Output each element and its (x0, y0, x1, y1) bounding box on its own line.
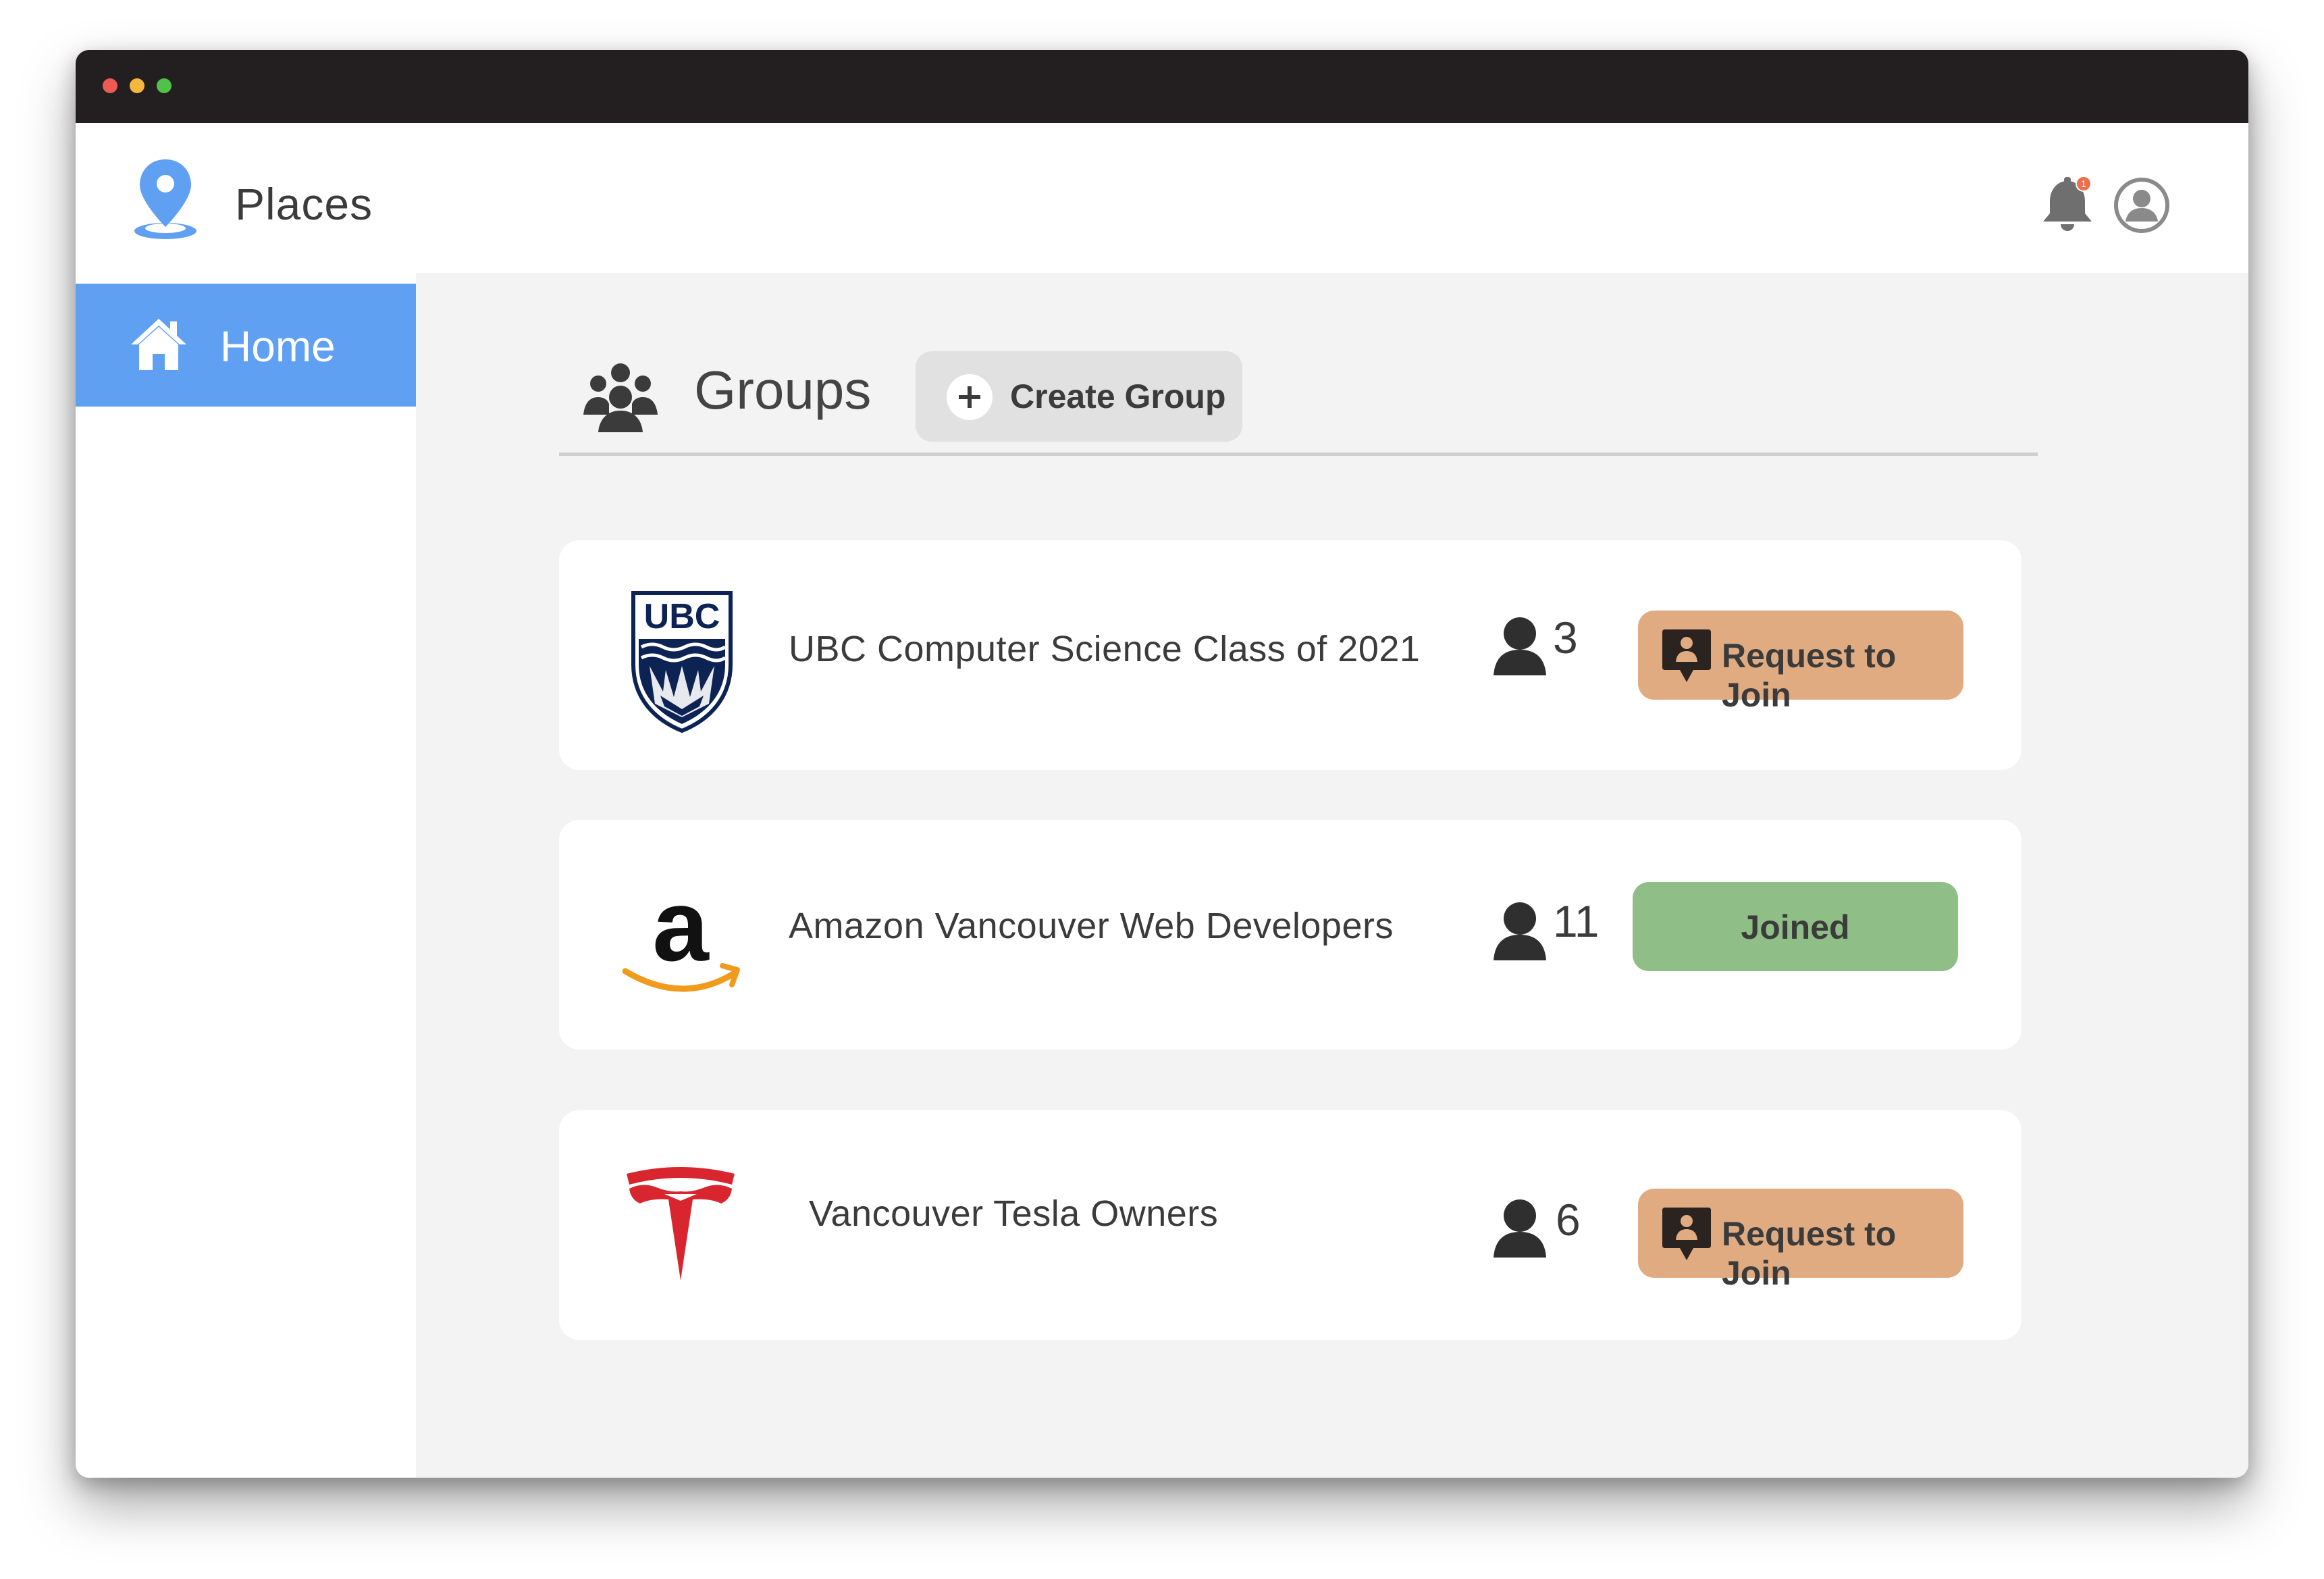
group-name: UBC Computer Science Class of 2021 (789, 629, 1421, 669)
app-title: Places (235, 179, 373, 229)
member-count: 3 (1553, 613, 1578, 663)
joined-button[interactable]: Joined (1633, 882, 1958, 971)
sidebar-item-label: Home (220, 322, 336, 371)
sidebar: Home (76, 273, 416, 1478)
create-group-label: Create Group (1010, 378, 1226, 415)
notification-bell-icon[interactable]: 1 (2038, 174, 2097, 235)
groups-header: Groups Create Group (416, 273, 2248, 516)
notification-count: 1 (2081, 178, 2086, 189)
ubc-logo-icon: UBC (631, 591, 733, 733)
section-divider (559, 452, 2038, 456)
request-user-icon (1662, 629, 1711, 682)
member-icon (1494, 902, 1546, 960)
request-to-join-label: Request to Join (1722, 1215, 1897, 1292)
member-icon (1494, 617, 1546, 675)
group-card: UBC UBC Computer Science Class of 2021 3… (559, 540, 2022, 770)
people-group-icon (583, 363, 658, 432)
sidebar-item-home[interactable]: Home (76, 284, 416, 407)
group-name: Amazon Vancouver Web Developers (789, 906, 1394, 946)
amazon-logo-icon: a (622, 890, 740, 992)
joined-label: Joined (1741, 908, 1850, 946)
section-title: Groups (694, 360, 872, 420)
plus-icon (947, 374, 993, 420)
amazon-logo-text: a (652, 890, 710, 982)
request-user-icon (1662, 1208, 1711, 1260)
group-card: a Amazon Vancouver Web Developers 11 Joi… (559, 820, 2022, 1050)
group-card: Vancouver Tesla Owners 6 Request to Join (559, 1110, 2022, 1340)
app-window: Places 1 Home Groups Create Group UBC UB… (76, 50, 2248, 1478)
minimize-window-button[interactable] (130, 78, 144, 93)
request-to-join-button[interactable]: Request to Join (1638, 611, 1963, 714)
member-count: 11 (1553, 896, 1600, 946)
group-name: Vancouver Tesla Owners (809, 1193, 1219, 1234)
request-to-join-button[interactable]: Request to Join (1638, 1189, 1963, 1292)
ubc-logo-text: UBC (644, 597, 720, 636)
maximize-window-button[interactable] (157, 78, 171, 93)
window-titlebar (76, 50, 2248, 123)
member-icon (1494, 1199, 1546, 1258)
map-pin-icon (134, 159, 196, 239)
member-count: 6 (1556, 1195, 1581, 1245)
close-window-button[interactable] (103, 78, 117, 93)
main-content: Groups Create Group UBC UBC Computer Sci… (416, 273, 2248, 1478)
home-icon (131, 319, 186, 370)
create-group-button[interactable]: Create Group (916, 351, 1242, 442)
app-header: Places 1 (76, 123, 2248, 273)
user-avatar-icon[interactable] (2112, 176, 2171, 235)
request-to-join-label: Request to Join (1722, 637, 1897, 714)
tesla-logo-icon (627, 1167, 735, 1280)
